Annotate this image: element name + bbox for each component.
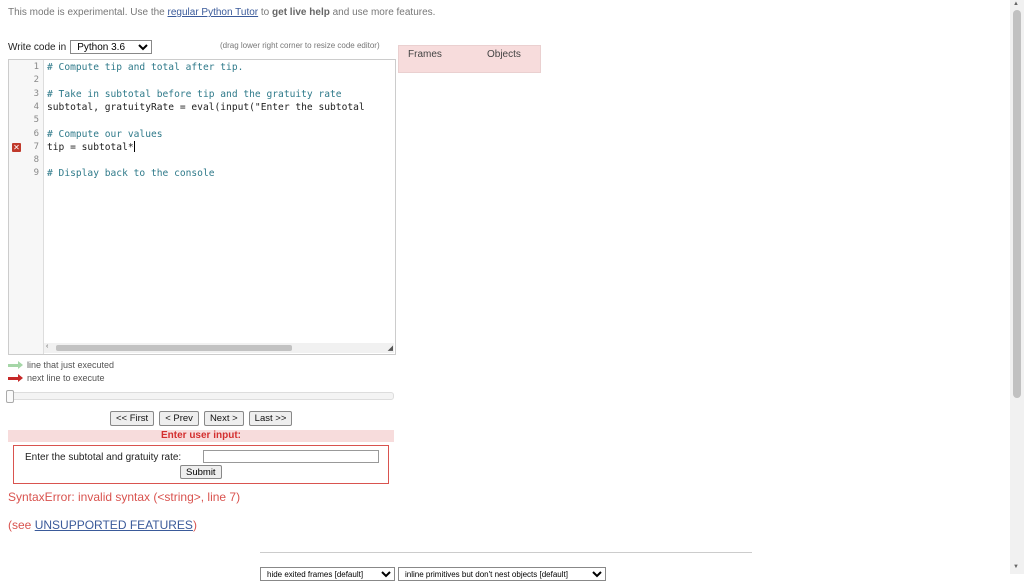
- user-input-box: Enter the subtotal and gratuity rate: Su…: [13, 445, 389, 484]
- code-line-text: subtotal, gratuityRate = eval(input("Ent…: [47, 101, 365, 113]
- submit-button[interactable]: Submit: [180, 465, 222, 479]
- experimental-banner: This mode is experimental. Use the regul…: [8, 7, 435, 18]
- horizontal-scrollbar-thumb[interactable]: [56, 345, 292, 351]
- next-button[interactable]: Next >: [203, 411, 244, 426]
- syntax-error-message: SyntaxError: invalid syntax (<string>, l…: [8, 490, 241, 504]
- code-editor[interactable]: 1 2 3 4 5 6 7 ✕ 8 9 # Compute tip and total after…: [8, 59, 396, 355]
- line-number: 8: [33, 155, 39, 166]
- unsupported-features-note: (see UNSUPPORTED FEATURES): [8, 518, 197, 532]
- horizontal-scrollbar[interactable]: ‹: [44, 343, 394, 353]
- code-line-text: # Display back to the console: [47, 168, 215, 180]
- line-number: 5: [33, 115, 39, 126]
- line-number: 4: [33, 101, 39, 112]
- exited-frames-select[interactable]: hide exited frames [default]: [260, 567, 395, 581]
- code-line[interactable]: # Take in subtotal before tip and the gr…: [47, 88, 342, 101]
- scroll-down-icon[interactable]: ▼: [1013, 564, 1019, 570]
- scroll-up-icon[interactable]: ▲: [1013, 1, 1019, 7]
- resize-grip-icon[interactable]: ◢: [388, 344, 393, 352]
- execution-slider[interactable]: [6, 390, 394, 403]
- green-arrow-icon: [8, 360, 23, 369]
- page-scrollbar[interactable]: ▲ ▼: [1010, 0, 1024, 574]
- drag-hint: (drag lower right corner to resize code …: [220, 41, 380, 50]
- prev-button[interactable]: < Prev: [159, 411, 199, 426]
- banner-middle: to: [258, 7, 273, 18]
- legend-just-executed: line that just executed: [8, 360, 114, 370]
- frames-label: Frames: [408, 49, 442, 60]
- line-number: 1: [33, 62, 39, 72]
- divider: [260, 552, 752, 553]
- code-line-text: # Take in subtotal before tip and the gr…: [47, 88, 342, 100]
- language-select[interactable]: Python 3.6: [70, 40, 153, 54]
- line-number-gutter: 1 2 3 4 5 6 7 ✕ 8 9: [9, 60, 44, 354]
- legend-next-line: next line to execute: [8, 373, 105, 383]
- scroll-left-icon[interactable]: ‹: [46, 343, 48, 350]
- input-prompt: Enter the subtotal and gratuity rate:: [25, 452, 182, 463]
- see-suffix: ): [192, 518, 197, 532]
- see-prefix: (see: [8, 518, 35, 532]
- last-button[interactable]: Last >>: [248, 411, 293, 426]
- code-line-text: # Compute tip and total after tip.: [47, 62, 244, 73]
- first-button[interactable]: << First: [110, 411, 155, 426]
- legend-just-executed-label: line that just executed: [27, 360, 115, 370]
- code-line[interactable]: tip = subtotal*: [47, 141, 135, 154]
- legend-next-line-label: next line to execute: [27, 373, 105, 383]
- text-cursor: [133, 141, 135, 153]
- objects-label: Objects: [487, 49, 521, 60]
- slider-handle[interactable]: [6, 390, 14, 403]
- write-code-row: Write code in Python 3.6: [8, 40, 153, 54]
- line-number: 3: [33, 88, 39, 99]
- code-line[interactable]: subtotal, gratuityRate = eval(input("Ent…: [47, 101, 365, 114]
- frames-objects-header: Frames Objects: [398, 45, 541, 73]
- banner-prefix: This mode is experimental. Use the: [8, 7, 168, 18]
- write-code-label: Write code in: [8, 41, 67, 53]
- banner-bold: get live help: [272, 7, 330, 18]
- regular-python-tutor-link[interactable]: regular Python Tutor: [168, 7, 259, 18]
- user-input-header: Enter user input:: [8, 430, 394, 442]
- page-scrollbar-thumb[interactable]: [1013, 10, 1021, 398]
- x-icon[interactable]: ✕: [12, 142, 21, 152]
- code-line[interactable]: # Compute tip and total after tip.: [47, 61, 243, 74]
- user-input-field[interactable]: [203, 450, 379, 463]
- code-line[interactable]: # Display back to the console: [47, 167, 215, 180]
- unsupported-features-link[interactable]: UNSUPPORTED FEATURES: [35, 518, 193, 532]
- red-arrow-icon: [8, 373, 23, 382]
- navigation-controls: << First < Prev Next > Last >>: [110, 411, 293, 426]
- line-number: 9: [33, 168, 39, 179]
- line-number: 6: [33, 128, 39, 139]
- code-line-text: # Compute our values: [47, 128, 163, 140]
- line-number: 2: [33, 75, 39, 86]
- code-line[interactable]: # Compute our values: [47, 128, 163, 141]
- code-line-text: tip = subtotal*: [47, 141, 134, 153]
- banner-suffix: and use more features.: [329, 7, 436, 18]
- primitives-select[interactable]: inline primitives but don't nest objects…: [398, 567, 606, 581]
